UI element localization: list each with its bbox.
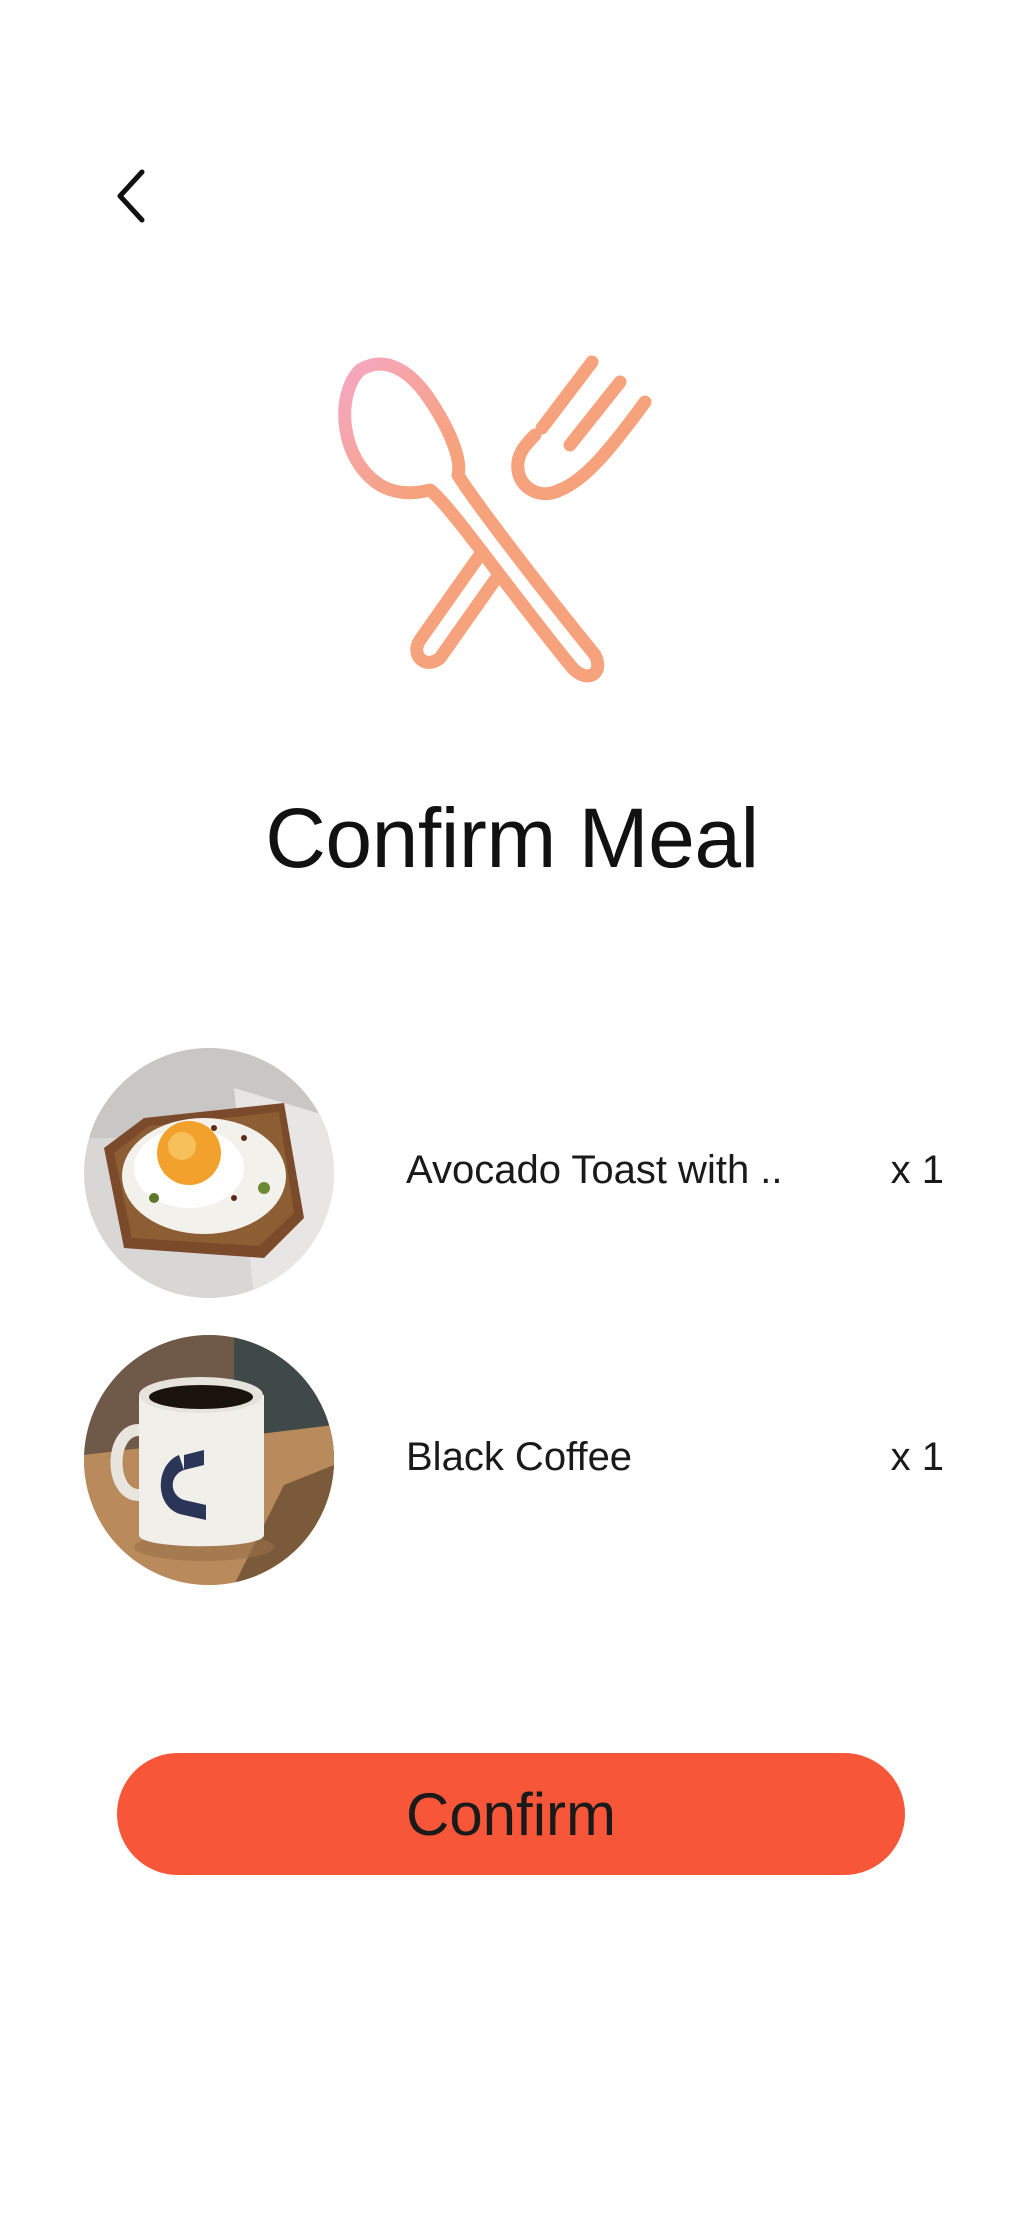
meal-item-black-coffee[interactable]: Black Coffee x 1 [84, 1335, 944, 1585]
meal-item-avocado-toast[interactable]: Avocado Toast with .. x 1 [84, 1048, 944, 1298]
confirm-button[interactable]: Confirm [117, 1753, 905, 1875]
utensils-icon [330, 340, 690, 710]
meal-item-name: Black Coffee [406, 1435, 633, 1479]
meal-item-quantity: x 1 [890, 1435, 944, 1479]
avocado-toast-photo [84, 1048, 334, 1298]
page-title: Confirm Meal [265, 791, 759, 885]
back-button[interactable] [104, 160, 164, 232]
black-coffee-photo [84, 1335, 334, 1585]
meal-item-name: Avocado Toast with .. [406, 1148, 783, 1192]
chevron-left-icon [117, 169, 145, 223]
meal-item-quantity: x 1 [890, 1148, 944, 1192]
